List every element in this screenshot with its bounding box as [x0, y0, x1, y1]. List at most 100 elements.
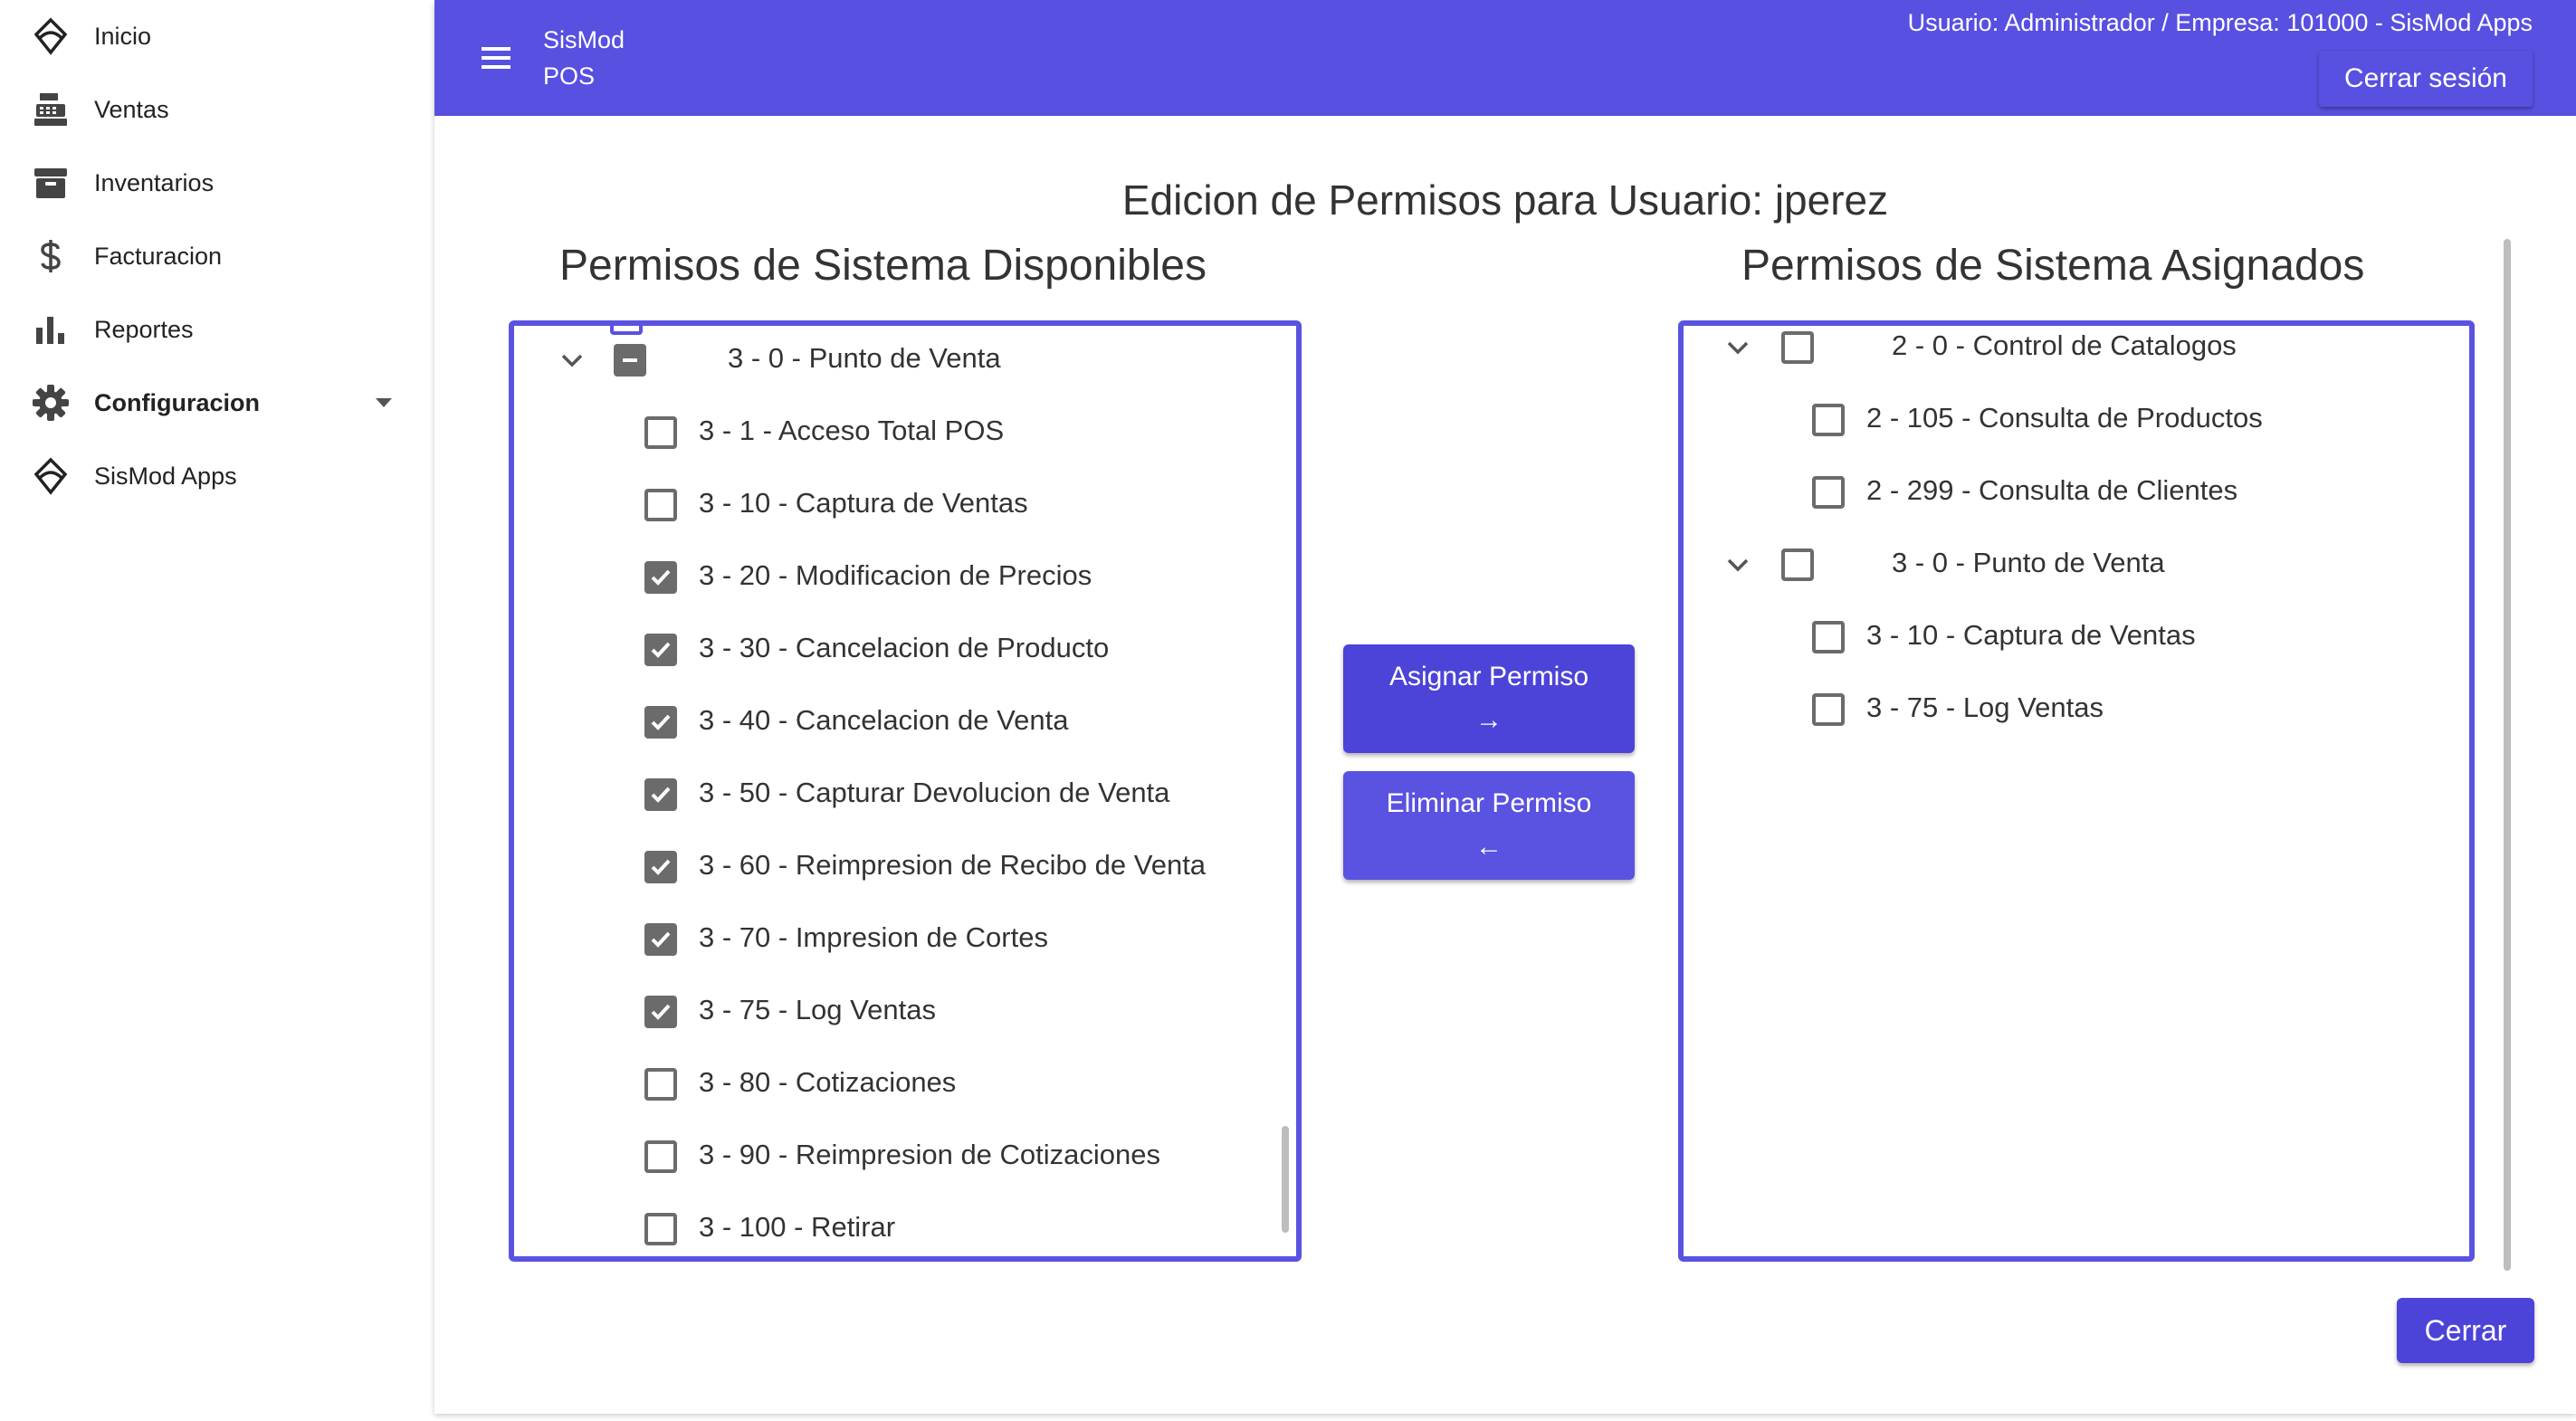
checkbox-checked[interactable] [644, 706, 677, 739]
tree-item-label: 3 - 70 - Impresion de Cortes [699, 921, 1048, 953]
tree-item-label: 3 - 75 - Log Ventas [699, 994, 936, 1025]
assigned-permissions-tree[interactable]: 2 - 0 - Control de Catalogos 2 - 105 - Co… [1678, 320, 2475, 1262]
tree-item-row[interactable]: 3 - 50 - Capturar Devolucion de Venta [514, 758, 1296, 831]
sidebar-item-inventarios[interactable]: Inventarios [0, 147, 433, 219]
sidebar: Inicio Ventas Inventarios Facturacion Re… [0, 0, 433, 1421]
tree-item-row[interactable]: 3 - 10 - Captura de Ventas [514, 469, 1296, 541]
checkbox[interactable] [1781, 548, 1814, 581]
tree-item-row[interactable]: 2 - 105 - Consulta de Productos [1684, 384, 2469, 456]
tree-item-row[interactable]: 3 - 20 - Modificacion de Precios [514, 541, 1296, 614]
checkbox[interactable] [1812, 476, 1845, 509]
checkbox[interactable] [644, 416, 677, 449]
chevron-down-icon[interactable] [556, 344, 588, 377]
checkbox-checked[interactable] [644, 923, 677, 956]
tree-item-row[interactable]: 3 - 30 - Cancelacion de Producto [514, 614, 1296, 686]
checkbox-checked[interactable] [644, 634, 677, 666]
tree-item-row[interactable]: 3 - 10 - Captura de Ventas [1684, 601, 2469, 673]
assign-label: Asignar Permiso [1388, 662, 1589, 691]
checkbox[interactable] [644, 1140, 677, 1173]
tree-item-row[interactable]: 3 - 90 - Reimpresion de Cotizaciones [514, 1121, 1296, 1193]
checkbox[interactable] [1812, 621, 1845, 653]
page-scrollbar[interactable] [2504, 239, 2511, 1271]
gear-icon [31, 383, 71, 423]
app-brand: SisMod POS [543, 22, 625, 94]
sismod-logo-icon [31, 16, 71, 56]
brand-name: SisMod [543, 26, 625, 53]
cash-register-icon [31, 90, 71, 129]
sidebar-item-ventas[interactable]: Ventas [0, 73, 433, 146]
tree-item-row[interactable]: 3 - 40 - Cancelacion de Venta [514, 686, 1296, 758]
checkbox-checked[interactable] [644, 851, 677, 883]
tree-item-label: 3 - 90 - Reimpresion de Cotizaciones [699, 1139, 1161, 1170]
tree-group-row[interactable]: 3 - 0 - Punto de Venta [514, 326, 1296, 396]
dollar-icon [31, 236, 71, 276]
sidebar-item-label: SisMod Apps [94, 462, 237, 490]
checkbox[interactable] [1781, 331, 1814, 364]
chevron-down-icon[interactable] [1722, 548, 1754, 581]
user-info: Usuario: Administrador / Empresa: 101000… [1907, 9, 2533, 36]
brand-module: POS [543, 62, 596, 90]
checkbox[interactable] [1812, 404, 1845, 436]
sidebar-item-configuracion[interactable]: Configuracion [0, 367, 433, 439]
logout-button[interactable]: Cerrar sesión [2318, 51, 2533, 107]
tree-group-row[interactable]: 2 - 0 - Control de Catalogos [1684, 326, 2469, 384]
tree-item-label: 2 - 299 - Consulta de Clientes [1866, 474, 2238, 506]
assigned-panel-title: Permisos de Sistema Asignados [1741, 242, 2365, 290]
permissions-card: Edicion de Permisos para Usuario: jperez… [434, 116, 2576, 1414]
archive-icon [31, 163, 71, 203]
remove-label: Eliminar Permiso [1386, 788, 1592, 818]
available-permissions-tree[interactable]: 3 - 0 - Punto de Venta 3 - 1 - Acceso Tot… [509, 320, 1302, 1262]
tree-item-row[interactable]: 3 - 75 - Log Ventas [1684, 673, 2469, 746]
sidebar-item-label: Ventas [94, 95, 169, 123]
close-button[interactable]: Cerrar [2397, 1298, 2534, 1363]
sidebar-item-label: Configuracion [94, 388, 260, 416]
checkbox-checked[interactable] [644, 778, 677, 811]
bar-chart-icon [31, 310, 71, 349]
sismod-logo-icon [31, 456, 71, 496]
tree-item-label: 3 - 50 - Capturar Devolucion de Venta [699, 777, 1170, 808]
available-panel-title: Permisos de Sistema Disponibles [559, 242, 1207, 290]
tree-item-label: 3 - 0 - Punto de Venta [1892, 547, 2165, 578]
sidebar-item-reportes[interactable]: Reportes [0, 293, 433, 366]
tree-item-row[interactable]: 3 - 75 - Log Ventas [514, 976, 1296, 1048]
sidebar-item-label: Inicio [94, 22, 152, 50]
sidebar-item-inicio[interactable]: Inicio [0, 0, 433, 72]
tree-item-row[interactable]: 2 - 299 - Consulta de Clientes [1684, 456, 2469, 529]
tree-item-label: 2 - 0 - Control de Catalogos [1892, 329, 2237, 361]
sidebar-item-facturacion[interactable]: Facturacion [0, 220, 433, 292]
checkbox-checked[interactable] [644, 996, 677, 1028]
checkbox-indeterminate[interactable] [614, 344, 646, 377]
tree-item-row[interactable]: 3 - 80 - Cotizaciones [514, 1048, 1296, 1121]
checkbox[interactable] [644, 1213, 677, 1245]
tree-item-label: 3 - 20 - Modificacion de Precios [699, 559, 1092, 591]
tree-item-label: 3 - 10 - Captura de Ventas [699, 487, 1028, 519]
checkbox[interactable] [644, 489, 677, 521]
tree-scrollbar[interactable] [1282, 1126, 1289, 1233]
tree-item-row[interactable]: 3 - 1 - Acceso Total POS [514, 396, 1296, 469]
tree-item-row[interactable]: 3 - 100 - Retirar [514, 1193, 1296, 1256]
remove-permission-button[interactable]: Eliminar Permiso ← [1343, 771, 1635, 880]
chevron-down-icon[interactable] [1722, 331, 1754, 364]
checkbox[interactable] [644, 1068, 677, 1101]
tree-item-label: 3 - 1 - Acceso Total POS [699, 415, 1005, 446]
sidebar-item-sismod-apps[interactable]: SisMod Apps [0, 440, 433, 512]
tree-item-label: 3 - 30 - Cancelacion de Producto [699, 632, 1110, 663]
checkbox-checked[interactable] [644, 561, 677, 594]
caret-down-icon [373, 392, 395, 414]
menu-icon[interactable] [476, 38, 516, 78]
top-app-bar: SisMod POS Usuario: Administrador / Empr… [434, 0, 2576, 116]
tree-item-row[interactable]: 3 - 60 - Reimpresion de Recibo de Venta [514, 831, 1296, 903]
page-title: Edicion de Permisos para Usuario: jperez [1121, 176, 1889, 224]
tree-group-row[interactable]: 3 - 0 - Punto de Venta [1684, 529, 2469, 601]
tree-item-label: 2 - 105 - Consulta de Productos [1866, 402, 2263, 434]
tree-item-label: 3 - 10 - Captura de Ventas [1866, 619, 2196, 651]
tree-item-label: 3 - 60 - Reimpresion de Recibo de Venta [699, 849, 1207, 881]
tree-item-label: 3 - 80 - Cotizaciones [699, 1066, 957, 1098]
tree-item-row[interactable]: 3 - 70 - Impresion de Cortes [514, 903, 1296, 976]
tree-item-label: 3 - 0 - Punto de Venta [728, 342, 1001, 374]
checkbox[interactable] [1812, 693, 1845, 726]
assign-permission-button[interactable]: Asignar Permiso → [1343, 644, 1635, 753]
sidebar-item-label: Facturacion [94, 242, 223, 270]
sidebar-item-label: Reportes [94, 315, 194, 343]
arrow-left-icon: ← [1475, 832, 1503, 862]
